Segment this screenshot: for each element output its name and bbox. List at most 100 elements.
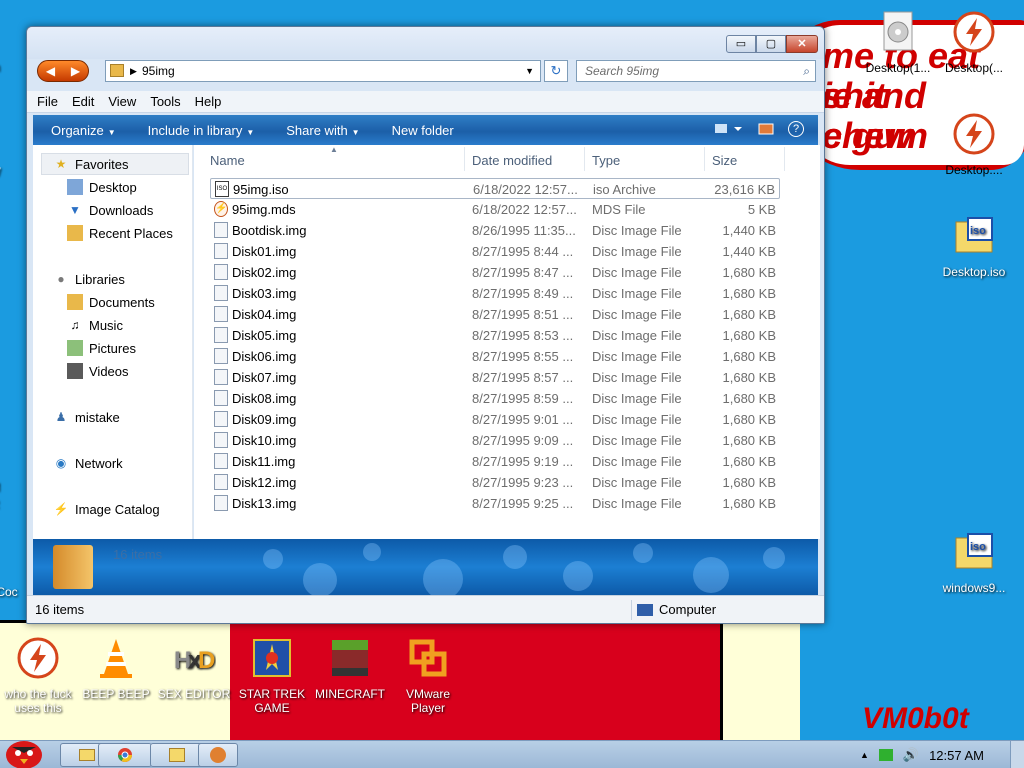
column-name[interactable]: Name xyxy=(210,153,245,168)
status-location: Computer xyxy=(637,602,716,617)
start-button-angry-bird-icon[interactable] xyxy=(2,733,46,768)
iso-file-icon: ISO xyxy=(215,181,229,197)
new-folder-button[interactable]: New folder xyxy=(392,123,454,138)
nav-recent-places[interactable]: Recent Places xyxy=(67,225,173,241)
file-row[interactable]: Disk09.img 8/27/1995 9:01 ... Disc Image F… xyxy=(210,409,780,430)
wallpaper-bottom-yellow-right xyxy=(720,620,800,740)
desktop-icon-vlc[interactable]: BEEP BEEP xyxy=(78,636,154,701)
nav-documents[interactable]: Documents xyxy=(67,294,155,310)
file-row[interactable]: Disk01.img 8/27/1995 8:44 ... Disc Image F… xyxy=(210,241,780,262)
address-dropdown-icon[interactable]: ▼ xyxy=(525,61,534,81)
file-list[interactable]: ▲ Name Date modified Type Size ISO 95img.… xyxy=(194,145,820,539)
file-row[interactable]: Disk10.img 8/27/1995 9:09 ... Disc Image F… xyxy=(210,430,780,451)
file-row[interactable]: ISO 95img.iso 6/18/2022 12:57... iso Archiv… xyxy=(210,178,780,199)
refresh-icon: ↻ xyxy=(550,63,562,78)
file-row[interactable]: Disk04.img 8/27/1995 8:51 ... Disc Image F… xyxy=(210,304,780,325)
refresh-button[interactable]: ↻ xyxy=(544,60,568,82)
show-desktop-button[interactable] xyxy=(1010,741,1024,768)
nav-libraries[interactable]: ● Libraries xyxy=(53,271,124,287)
desktop-icon-daemon-1[interactable]: Desktop(... xyxy=(936,10,1012,75)
column-size[interactable]: Size xyxy=(712,153,737,168)
column-divider[interactable] xyxy=(704,147,705,171)
nav-downloads[interactable]: ▼ Downloads xyxy=(67,202,153,218)
view-options-icon[interactable] xyxy=(714,122,744,136)
file-row[interactable]: Disk02.img 8/27/1995 8:47 ... Disc Image F… xyxy=(210,262,780,283)
volume-icon[interactable]: 🔊 xyxy=(903,747,919,763)
desktop-icon-desktop-iso[interactable]: iso Desktop.iso xyxy=(936,214,1012,279)
breadcrumb-arrow-icon[interactable]: ▶ xyxy=(130,61,137,81)
column-date-modified[interactable]: Date modified xyxy=(472,153,552,168)
clock[interactable]: 12:57 AM xyxy=(929,748,984,763)
nav-music[interactable]: ♫ Music xyxy=(67,317,123,333)
desktop-icon-daemon-tools[interactable]: who the fuck uses this xyxy=(0,636,76,715)
help-button[interactable]: ? xyxy=(788,121,804,137)
taskbar-chrome-button[interactable] xyxy=(98,743,152,767)
menu-help[interactable]: Help xyxy=(195,94,222,109)
desktop-icon-hxd[interactable]: HxD SEX EDITOR xyxy=(156,636,232,701)
file-type: Disc Image File xyxy=(592,349,682,364)
file-name: Disk01.img xyxy=(232,244,297,259)
maximize-button[interactable]: ▢ xyxy=(756,35,786,53)
nav-desktop[interactable]: Desktop xyxy=(67,179,137,195)
desktop-partial-label-1[interactable]: m xyxy=(0,60,20,74)
file-row[interactable]: Disk05.img 8/27/1995 8:53 ... Disc Image F… xyxy=(210,325,780,346)
include-in-library-button[interactable]: Include in library ▼ xyxy=(148,123,255,138)
iso-file-icon: iso xyxy=(955,533,993,569)
minimize-button[interactable]: ▭ xyxy=(726,35,756,53)
file-row[interactable]: Bootdisk.img 8/26/1995 11:35... Disc Image… xyxy=(210,220,780,241)
svg-text:iso: iso xyxy=(970,541,986,553)
file-row[interactable]: Disk07.img 8/27/1995 8:57 ... Disc Image F… xyxy=(210,367,780,388)
desktop-icon-windows9-iso[interactable]: iso windows9... xyxy=(936,530,1012,595)
nav-network[interactable]: ◉ Network xyxy=(53,455,123,471)
nav-mistake[interactable]: ♟ mistake xyxy=(53,409,120,425)
file-row[interactable]: Disk06.img 8/27/1995 8:55 ... Disc Image F… xyxy=(210,346,780,367)
desktop-icon-star-trek[interactable]: STAR TREK GAME xyxy=(234,636,310,715)
preview-pane-icon[interactable] xyxy=(758,122,774,136)
column-divider[interactable] xyxy=(784,147,785,171)
decor-bubble xyxy=(633,543,653,563)
file-row[interactable]: Disk03.img 8/27/1995 8:49 ... Disc Image F… xyxy=(210,283,780,304)
desktop-icon-cd-file[interactable]: Desktop(1... xyxy=(860,10,936,75)
close-button[interactable]: ✕ xyxy=(786,35,818,53)
share-with-button[interactable]: Share with ▼ xyxy=(286,123,359,138)
tray-expand-icon[interactable]: ▲ xyxy=(860,750,869,760)
file-type: Disc Image File xyxy=(592,454,682,469)
explorer-window[interactable]: ▭ ▢ ✕ ◀ ▶ ▶ 95img ▼ ↻ Search 95img ⌕ Fil… xyxy=(26,26,825,624)
organize-button[interactable]: Organize ▼ xyxy=(51,123,116,138)
taskbar-app-button[interactable] xyxy=(150,743,204,767)
address-bar[interactable]: ▶ 95img ▼ xyxy=(105,60,541,82)
network-tray-icon[interactable] xyxy=(878,749,893,761)
nav-image-catalog[interactable]: ⚡ Image Catalog xyxy=(53,501,160,517)
file-date-modified: 8/27/1995 8:47 ... xyxy=(472,265,574,280)
file-row[interactable]: ⚡ 95img.mds 6/18/2022 12:57... MDS File 5 KB xyxy=(210,199,780,220)
column-divider[interactable] xyxy=(584,147,585,171)
nav-favorites[interactable]: ★ Favorites xyxy=(53,156,129,172)
column-divider[interactable] xyxy=(464,147,465,171)
nav-pictures[interactable]: Pictures xyxy=(67,340,136,356)
desktop-partial-label-3[interactable]: M xyxy=(0,480,20,494)
desktop-icon-minecraft[interactable]: MINECRAFT xyxy=(312,636,388,701)
file-row[interactable]: Disk12.img 8/27/1995 9:23 ... Disc Image F… xyxy=(210,472,780,493)
forward-arrow-icon[interactable]: ▶ xyxy=(71,64,80,78)
nav-videos[interactable]: Videos xyxy=(67,363,129,379)
back-forward-buttons[interactable]: ◀ ▶ xyxy=(37,60,89,82)
menu-edit[interactable]: Edit xyxy=(72,94,94,109)
file-size: 1,680 KB xyxy=(722,391,777,406)
taskbar-media-button[interactable] xyxy=(198,743,238,767)
window-titlebar[interactable]: ▭ ▢ ✕ xyxy=(27,27,824,59)
search-icon[interactable]: ⌕ xyxy=(803,61,810,81)
column-type[interactable]: Type xyxy=(592,153,620,168)
menu-tools[interactable]: Tools xyxy=(150,94,180,109)
desktop-partial-label-2[interactable]: W xyxy=(0,165,20,179)
file-row[interactable]: Disk08.img 8/27/1995 8:59 ... Disc Image F… xyxy=(210,388,780,409)
file-row[interactable]: Disk13.img 8/27/1995 9:25 ... Disc Image F… xyxy=(210,493,780,514)
menu-view[interactable]: View xyxy=(108,94,136,109)
desktop-icon-vmware[interactable]: VMware Player xyxy=(390,636,466,715)
back-arrow-icon[interactable]: ◀ xyxy=(46,64,55,78)
search-input[interactable]: Search 95img ⌕ xyxy=(576,60,816,82)
desktop-partial-label-4[interactable]: R xyxy=(0,497,20,511)
desktop-icon-daemon-2[interactable]: Desktop.... xyxy=(936,112,1012,177)
breadcrumb-folder[interactable]: 95img xyxy=(142,64,175,78)
file-row[interactable]: Disk11.img 8/27/1995 9:19 ... Disc Image F… xyxy=(210,451,780,472)
menu-file[interactable]: File xyxy=(37,94,58,109)
